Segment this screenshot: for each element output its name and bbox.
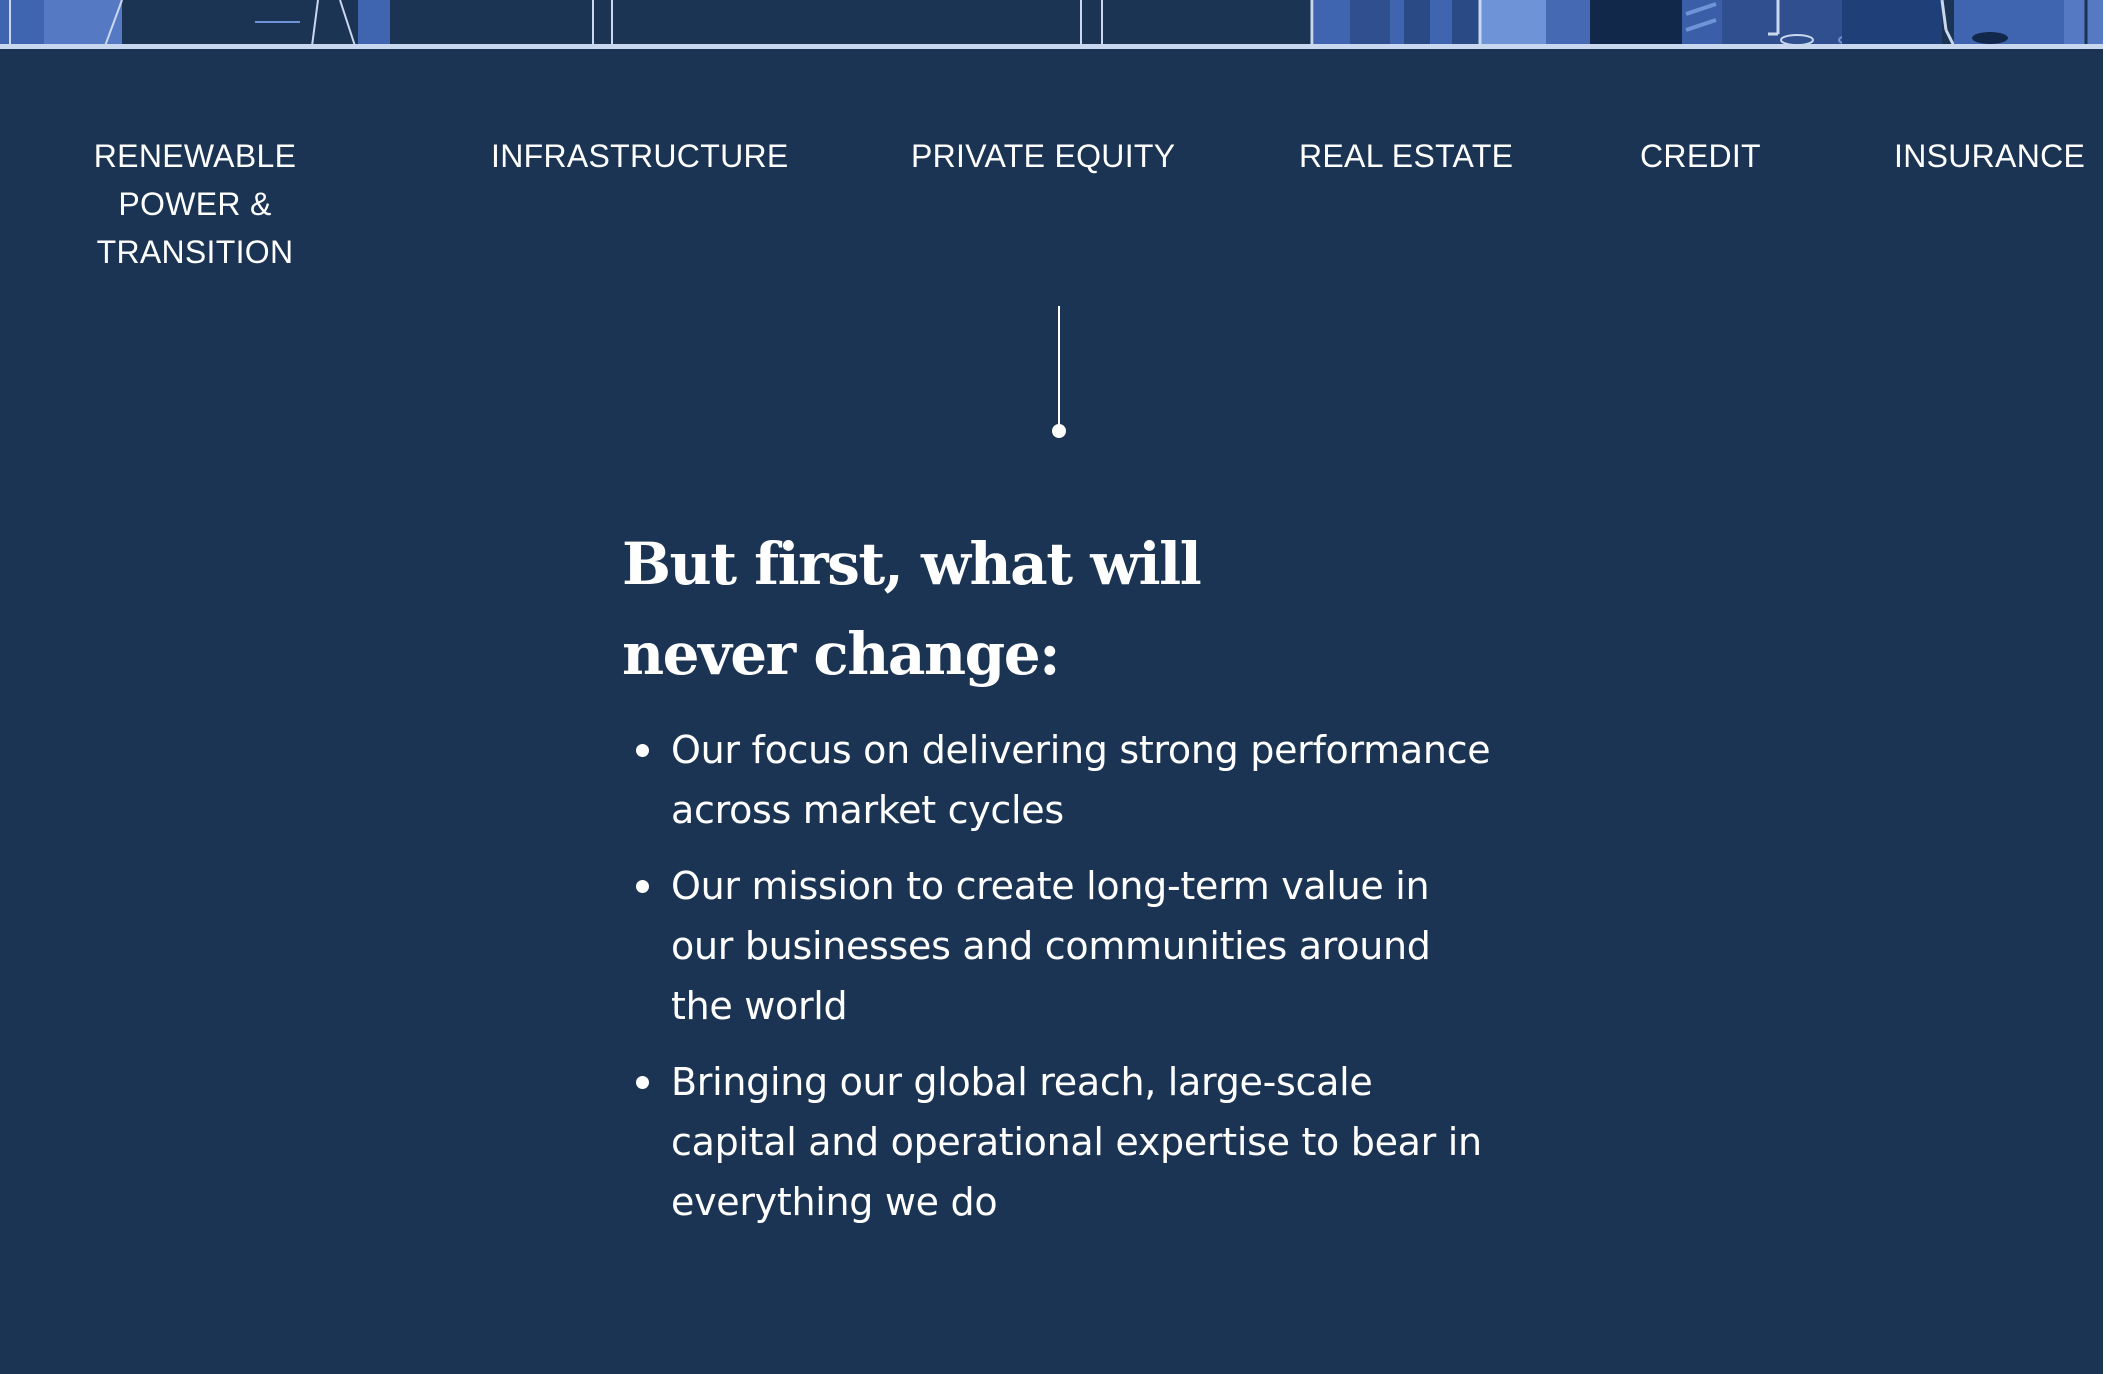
scroll-indicator-line (1058, 306, 1060, 428)
sector-navigation: RENEWABLE POWER & TRANSITION INFRASTRUCT… (0, 132, 2103, 270)
sector-link-renewable-power[interactable]: RENEWABLE POWER & TRANSITION (35, 132, 355, 276)
content-panel: RENEWABLE POWER & TRANSITION INFRASTRUCT… (0, 0, 2103, 1374)
sector-link-infrastructure[interactable]: INFRASTRUCTURE (491, 132, 789, 180)
sector-link-credit[interactable]: CREDIT (1640, 132, 1761, 180)
scroll-indicator-dot (1052, 424, 1066, 438)
sector-link-real-estate[interactable]: REAL ESTATE (1299, 132, 1513, 180)
core-values-list: Our focus on delivering strong performan… (622, 720, 1502, 1248)
sector-link-insurance[interactable]: INSURANCE (1894, 132, 2085, 180)
sector-link-private-equity[interactable]: PRIVATE EQUITY (911, 132, 1175, 180)
list-item-text: Bringing our global reach, large-scale c… (671, 1060, 1482, 1224)
list-item-text: Our mission to create long-term value in… (671, 864, 1431, 1028)
bullet-icon (636, 880, 649, 893)
list-item: Bringing our global reach, large-scale c… (622, 1052, 1502, 1232)
scroll-down-indicator (1052, 306, 1066, 438)
bullet-icon (636, 744, 649, 757)
section-heading: But first, what will never change: (622, 530, 1202, 688)
skyline-illustration (0, 0, 2103, 50)
list-item: Our mission to create long-term value in… (622, 856, 1502, 1036)
bullet-icon (636, 1076, 649, 1089)
page: RENEWABLE POWER & TRANSITION INFRASTRUCT… (0, 0, 2106, 1374)
list-item-text: Our focus on delivering strong performan… (671, 728, 1491, 832)
list-item: Our focus on delivering strong performan… (622, 720, 1502, 840)
